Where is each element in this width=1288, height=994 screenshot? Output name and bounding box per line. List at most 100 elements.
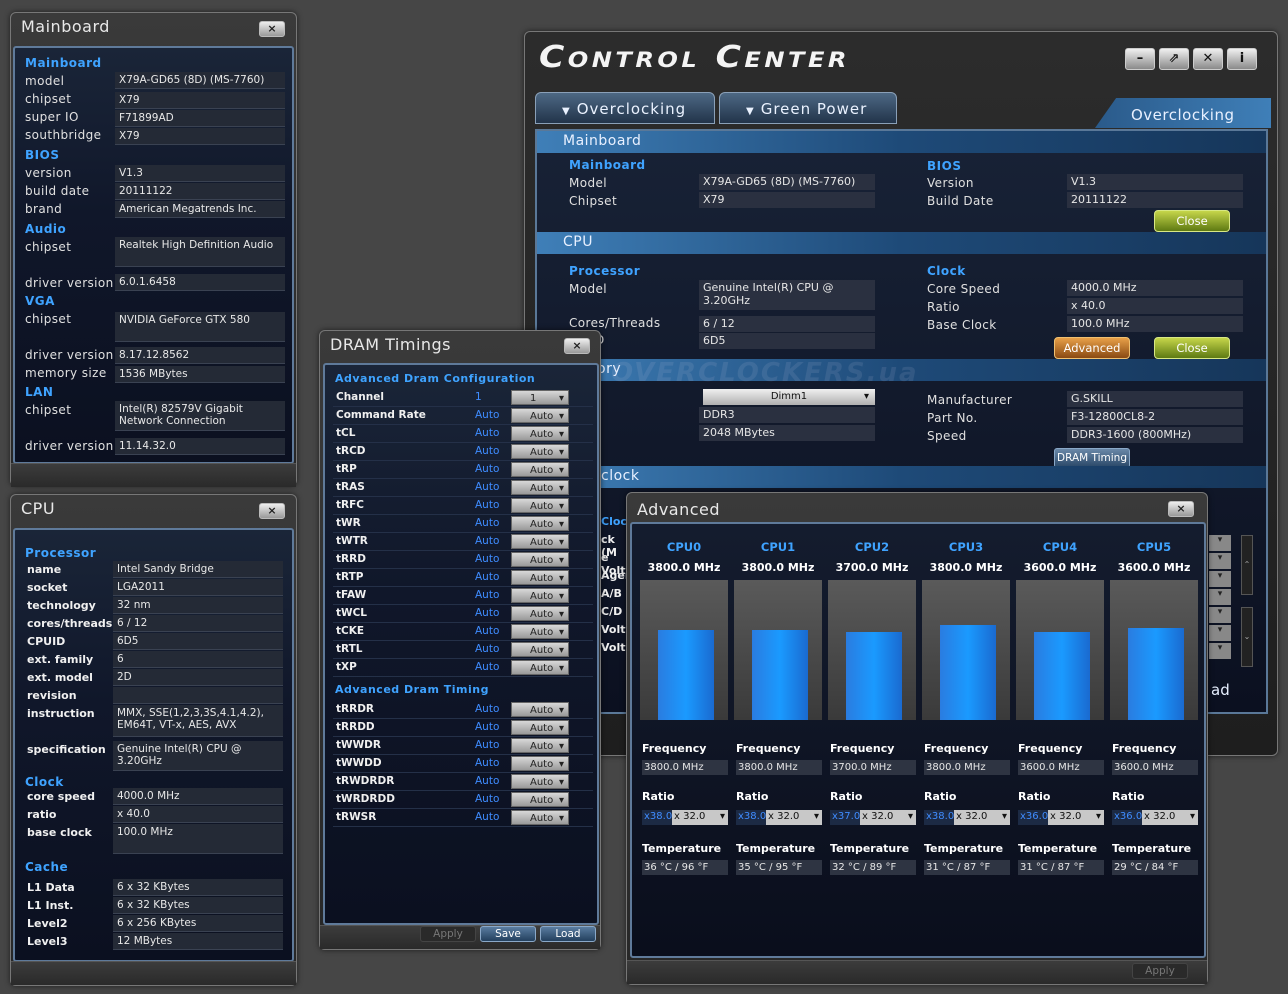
frequency-value: 3700.0 MHz (830, 760, 916, 775)
cc-mem-type-value: DDR3 (699, 407, 875, 423)
cc-model-label: Model (569, 176, 608, 190)
timing-current: Auto (475, 589, 500, 601)
chevron-down-icon: ▾ (558, 705, 564, 716)
dram-row: tRRD Auto Auto ▾ (333, 551, 593, 569)
timing-select[interactable]: Auto ▾ (511, 444, 569, 459)
timing-select[interactable]: Auto ▾ (511, 792, 569, 807)
apply-button[interactable]: Apply (420, 926, 476, 942)
superio-value: F71899AD (115, 110, 285, 127)
chevron-down-icon: ▾ (558, 663, 564, 674)
load-button[interactable]: Load (540, 926, 596, 942)
timing-select[interactable]: Auto ▾ (511, 570, 569, 585)
l1-inst-label: L1 Inst. (27, 899, 74, 912)
dropdown-arrow[interactable]: ▾ (1209, 553, 1231, 569)
lan-chipset-value: Intel(R) 82579V Gigabit Network Connecti… (115, 401, 285, 431)
close-button[interactable]: × (1168, 501, 1194, 517)
cpu-frequency-bar (940, 625, 996, 720)
timing-select[interactable]: Auto ▾ (511, 426, 569, 441)
timing-select[interactable]: Auto ▾ (511, 810, 569, 825)
tab-overclocking[interactable]: ▼ Overclocking (535, 92, 715, 124)
dimm-select[interactable]: Dimm1 ▾ (703, 389, 875, 405)
timing-current: Auto (475, 739, 500, 751)
dropdown-arrow[interactable]: ▾ (1209, 535, 1231, 551)
ratio-select[interactable]: x 32.0 ▾ (672, 810, 728, 825)
close-button[interactable]: ✕ (1193, 48, 1223, 70)
ratio-select[interactable]: x 32.0 ▾ (1142, 810, 1198, 825)
close-button[interactable]: × (259, 21, 285, 37)
minimize-button[interactable]: – (1125, 48, 1155, 70)
chevron-down-icon: ▼ (562, 106, 571, 117)
ratio-select[interactable]: x 32.0 ▾ (954, 810, 1010, 825)
chevron-down-icon: ▾ (558, 501, 564, 512)
watermark: OVERCLOCKERS.ua (611, 358, 919, 388)
info-button[interactable]: i (1227, 48, 1257, 70)
dram-row: tRP Auto Auto ▾ (333, 461, 593, 479)
restore-button[interactable]: ⇗ (1159, 48, 1189, 70)
timing-select[interactable]: Auto ▾ (511, 624, 569, 639)
timing-select[interactable]: Auto ▾ (511, 462, 569, 477)
timing-select[interactable]: Auto ▾ (511, 642, 569, 657)
timing-select[interactable]: Auto ▾ (511, 774, 569, 789)
timing-name: tRTL (336, 643, 363, 655)
cc-core-speed-label: Core Speed (927, 282, 1001, 296)
chevron-down-icon: ▾ (813, 811, 819, 822)
timing-name: tFAW (336, 589, 367, 601)
temperature-label: Temperature (642, 842, 722, 855)
brand-value: American Megatrends Inc. (115, 201, 285, 218)
advanced-window: Advanced × CPU0 3800.0 MHz Frequency 3800.0… (626, 492, 1208, 985)
close-button[interactable]: × (259, 503, 285, 519)
timing-select[interactable]: Auto ▾ (511, 720, 569, 735)
ratio-label: Ratio (736, 790, 769, 803)
timing-select[interactable]: Auto ▾ (511, 516, 569, 531)
save-button[interactable]: Save (480, 926, 536, 942)
timing-select[interactable]: Auto ▾ (511, 738, 569, 753)
window-title: Advanced (637, 500, 721, 519)
timing-select[interactable]: Auto ▾ (511, 408, 569, 423)
mainboard-window: Mainboard × Mainboard model X79A-GD65 (8… (10, 12, 297, 487)
timing-select[interactable]: Auto ▾ (511, 588, 569, 603)
timing-select[interactable]: 1 ▾ (511, 390, 569, 405)
frequency-value: 3600.0 MHz (1018, 760, 1104, 775)
dropdown-arrow[interactable]: ▾ (1209, 571, 1231, 587)
timing-current: Auto (475, 721, 500, 733)
cores-threads-label: cores/threads (27, 617, 113, 630)
timing-select[interactable]: Auto ▾ (511, 498, 569, 513)
dram-row: tRTP Auto Auto ▾ (333, 569, 593, 587)
level3-label: Level3 (27, 935, 68, 948)
ratio-current: x38.0 (924, 810, 954, 825)
ratio-select[interactable]: x 32.0 ▾ (860, 810, 916, 825)
close-cpu-button[interactable]: Close (1154, 337, 1230, 359)
cpu-window: CPU × Processor name Intel Sandy Bridge … (10, 494, 297, 986)
dram-row: tRWSR Auto Auto ▾ (333, 809, 593, 827)
timing-select[interactable]: Auto ▾ (511, 606, 569, 621)
window-title: Mainboard (21, 17, 110, 36)
dropdown-arrow[interactable]: ▾ (1209, 625, 1231, 641)
cc-clock-heading: Clock (927, 264, 966, 278)
timing-name: tRWSR (336, 811, 377, 823)
ext-family-value: 6 (113, 651, 283, 668)
dram-row: tWWDD Auto Auto ▾ (333, 755, 593, 773)
timing-select[interactable]: Auto ▾ (511, 552, 569, 567)
timing-select[interactable]: Auto ▾ (511, 702, 569, 717)
timing-select[interactable]: Auto ▾ (511, 660, 569, 675)
chevron-down-icon: ▾ (558, 519, 564, 530)
timing-select[interactable]: Auto ▾ (511, 756, 569, 771)
band-cpu: CPU (537, 232, 1266, 254)
dropdown-arrow[interactable]: ▾ (1209, 589, 1231, 605)
timing-select[interactable]: Auto ▾ (511, 480, 569, 495)
advanced-button[interactable]: Advanced (1054, 337, 1130, 359)
dropdown-arrow[interactable]: ▾ (1209, 607, 1231, 623)
close-button[interactable]: Close (1154, 210, 1230, 232)
scroll-down-button[interactable]: ⌄ (1241, 607, 1253, 667)
close-button[interactable]: × (564, 338, 590, 354)
timing-select[interactable]: Auto ▾ (511, 534, 569, 549)
dram-timing-button[interactable]: DRAM Timing (1054, 448, 1130, 468)
section-audio: Audio (25, 222, 67, 236)
apply-button[interactable]: Apply (1132, 963, 1188, 979)
ratio-select[interactable]: x 32.0 ▾ (1048, 810, 1104, 825)
ratio-select[interactable]: x 32.0 ▾ (766, 810, 822, 825)
cc-bios-version-label: Version (927, 176, 974, 190)
dropdown-arrow[interactable]: ▾ (1209, 643, 1231, 659)
scroll-up-button[interactable]: ⌃ (1241, 535, 1253, 595)
tab-green-power[interactable]: ▼ Green Power (719, 92, 897, 124)
